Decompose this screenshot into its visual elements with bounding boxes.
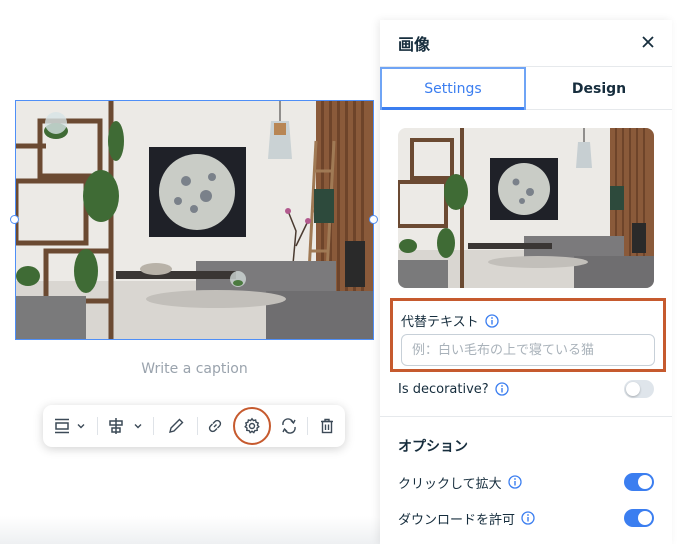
chevron-down-icon[interactable] [74, 414, 88, 438]
resize-handle-right[interactable] [369, 215, 378, 224]
info-icon[interactable] [484, 313, 499, 328]
image-toolbar [43, 405, 345, 447]
caption-placeholder[interactable]: Write a caption [15, 361, 374, 377]
info-icon[interactable] [495, 382, 509, 396]
resize-handle-left[interactable] [10, 215, 19, 224]
info-icon[interactable] [507, 475, 522, 489]
chevron-down-icon[interactable] [131, 414, 145, 438]
allow-download-toggle[interactable] [624, 509, 654, 527]
toggle-knob [638, 511, 652, 525]
tab-settings-label: Settings [424, 80, 482, 97]
panel-header: 画像 [380, 20, 672, 66]
link-icon[interactable] [203, 414, 227, 438]
alt-text-label-row: 代替テキスト [401, 311, 499, 330]
alt-text-label: 代替テキスト [401, 315, 479, 330]
toolbar-divider [197, 417, 198, 435]
close-icon [642, 36, 654, 48]
panel-title: 画像 [398, 35, 431, 54]
toolbar-divider [307, 417, 308, 435]
allow-download-label-row: ダウンロードを許可 [398, 509, 535, 528]
click-to-enlarge-row: クリックして拡大 [398, 470, 654, 494]
tab-design-label: Design [571, 80, 627, 97]
pencil-icon[interactable] [164, 414, 188, 438]
tab-design[interactable]: Design [526, 67, 672, 110]
selected-image[interactable] [15, 100, 374, 340]
decorative-label-row: Is decorative? [398, 382, 509, 397]
editor-canvas: Write a caption [0, 0, 380, 544]
decorative-label: Is decorative? [398, 381, 489, 397]
image-settings-panel: 画像 Settings Design 代替テキスト 例：白い毛布の上で寝ている猫… [380, 20, 672, 544]
click-to-enlarge-label-row: クリックして拡大 [398, 473, 522, 492]
panel-tabs: Settings Design [380, 66, 672, 110]
allow-download-row: ダウンロードを許可 [398, 506, 654, 530]
image-preview[interactable] [398, 128, 654, 288]
decorative-row: Is decorative? [398, 377, 654, 401]
section-divider [380, 416, 672, 417]
replace-icon[interactable] [277, 414, 301, 438]
options-title: オプション [398, 439, 468, 455]
alt-text-input[interactable] [401, 334, 655, 366]
interior-photo [16, 101, 373, 339]
toggle-knob [638, 475, 652, 489]
toolbar-divider [153, 417, 154, 435]
toggle-knob [626, 382, 640, 396]
align-icon[interactable] [51, 414, 73, 438]
layout-icon[interactable] [105, 414, 127, 438]
click-to-enlarge-label: クリックして拡大 [398, 476, 502, 492]
toolbar-divider [97, 417, 98, 435]
tab-settings[interactable]: Settings [380, 67, 526, 110]
close-button[interactable] [636, 30, 660, 54]
preview-photo [398, 128, 654, 288]
trash-icon[interactable] [315, 414, 339, 438]
gear-icon[interactable] [240, 414, 264, 438]
info-icon[interactable] [521, 511, 535, 525]
active-tab-indicator [382, 107, 524, 110]
canvas-bottom-shade [0, 516, 380, 544]
allow-download-label: ダウンロードを許可 [398, 512, 516, 528]
alt-text-section: 代替テキスト [390, 298, 666, 372]
click-to-enlarge-toggle[interactable] [624, 473, 654, 491]
decorative-toggle[interactable] [624, 380, 654, 398]
